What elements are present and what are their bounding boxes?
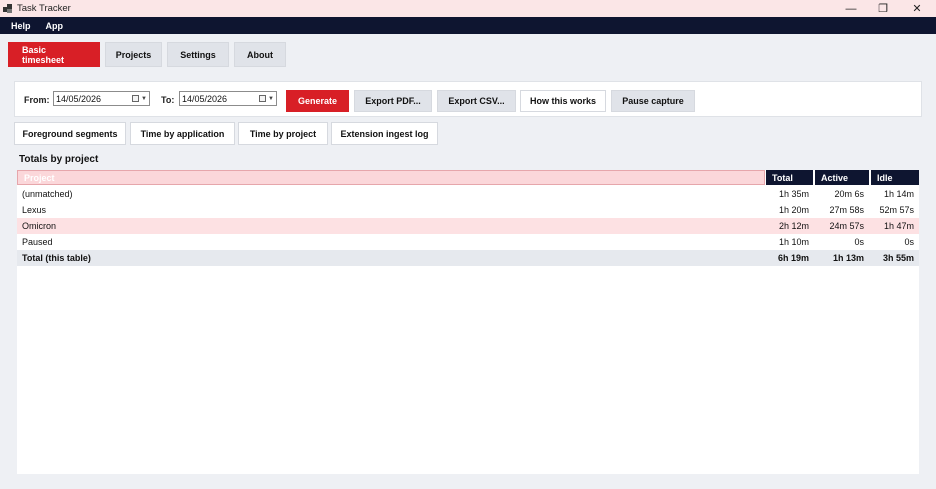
close-icon[interactable]: ✕ [900,0,934,17]
cell-total: 2h 12m [778,221,809,231]
cell-active: 24m 57s [829,221,864,231]
table-row[interactable]: Omicron 2h 12m 24m 57s 1h 47m [17,218,919,234]
how-this-works-button[interactable]: How this works [520,90,606,112]
from-date-picker[interactable]: 14/05/2026 ▼ [53,91,150,106]
footer-total: 6h 19m [777,253,809,263]
cell-project: (unmatched) [22,189,73,199]
menu-app[interactable]: App [46,21,64,31]
tab-about[interactable]: About [234,42,286,67]
cell-total: 1h 20m [778,205,809,215]
menu-bar: Help App [0,17,936,34]
calendar-dropdown-icon[interactable]: ▼ [259,94,274,104]
subtab-foreground-segments[interactable]: Foreground segments [14,122,126,145]
footer-idle: 3h 55m [882,253,914,263]
to-date-picker[interactable]: 14/05/2026 ▼ [179,91,277,106]
cell-active: 0s [854,237,864,247]
cell-project: Omicron [22,221,57,231]
footer-active: 1h 13m [832,253,864,263]
cell-idle: 52m 57s [879,205,914,215]
column-header-idle[interactable]: Idle [871,170,919,185]
column-header-active[interactable]: Active [815,170,870,185]
column-header-total[interactable]: Total [766,170,814,185]
cell-idle: 1h 14m [883,189,914,199]
pause-capture-button[interactable]: Pause capture [611,90,695,112]
cell-project: Lexus [22,205,47,215]
generate-button[interactable]: Generate [286,90,349,112]
table-footer-row: Total (this table) 6h 19m 1h 13m 3h 55m [17,250,919,266]
to-date-value: 14/05/2026 [182,93,228,104]
minimize-icon[interactable]: — [834,0,868,17]
cell-idle: 1h 47m [883,221,914,231]
menu-help[interactable]: Help [11,21,31,31]
subtab-time-by-application[interactable]: Time by application [130,122,235,145]
cell-total: 1h 10m [778,237,809,247]
main-tabs: Basic timesheet Projects Settings About [8,42,286,67]
cell-active: 20m 6s [834,189,864,199]
tab-projects[interactable]: Projects [105,42,162,67]
export-pdf-button[interactable]: Export PDF... [354,90,432,112]
cell-active: 27m 58s [829,205,864,215]
table-row[interactable]: Paused 1h 10m 0s 0s [17,234,919,250]
title-bar: Task Tracker — ❐ ✕ [0,0,936,17]
restore-icon[interactable]: ❐ [866,0,900,17]
from-label: From: [24,95,50,105]
totals-table: Project Total Active Idle (unmatched) 1h… [17,170,919,474]
to-label: To: [161,95,175,105]
tab-settings[interactable]: Settings [167,42,229,67]
table-row[interactable]: (unmatched) 1h 35m 20m 6s 1h 14m [17,186,919,202]
app-icon [3,4,12,13]
export-csv-button[interactable]: Export CSV... [437,90,516,112]
footer-label: Total (this table) [22,253,91,263]
calendar-dropdown-icon[interactable]: ▼ [132,94,147,104]
column-header-project[interactable]: Project [17,170,765,185]
cell-idle: 0s [904,237,914,247]
controls-panel: From: 14/05/2026 ▼ To: 14/05/2026 ▼ Gene… [14,81,922,117]
subtab-extension-ingest-log[interactable]: Extension ingest log [331,122,438,145]
cell-project: Paused [22,237,53,247]
from-date-value: 14/05/2026 [56,93,102,104]
section-title: Totals by project [19,154,99,165]
tab-basic-timesheet[interactable]: Basic timesheet [8,42,100,67]
window-title: Task Tracker [17,3,71,14]
cell-total: 1h 35m [778,189,809,199]
table-header: Project Total Active Idle [17,170,919,185]
table-row[interactable]: Lexus 1h 20m 27m 58s 52m 57s [17,202,919,218]
subtab-time-by-project[interactable]: Time by project [238,122,328,145]
